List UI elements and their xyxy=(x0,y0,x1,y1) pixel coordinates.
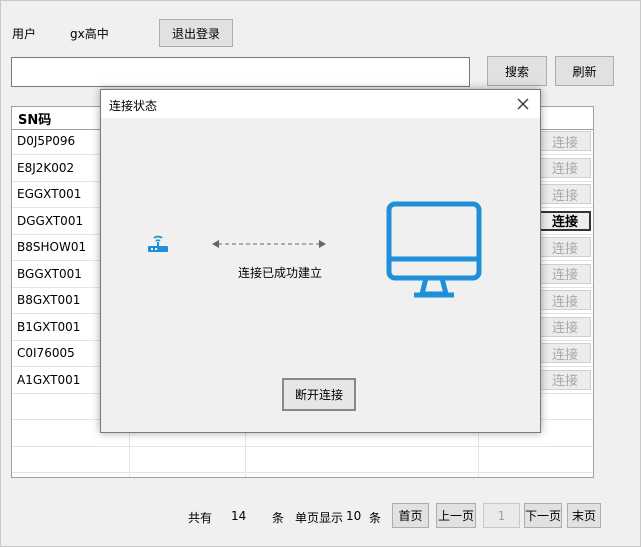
sn-cell: E8J2K002 xyxy=(17,160,75,175)
current-page-field[interactable]: 1 xyxy=(483,503,520,528)
sn-cell: B1GXT001 xyxy=(17,319,81,334)
connection-status-text: 连接已成功建立 xyxy=(238,266,323,280)
connect-button[interactable]: 连接 xyxy=(539,237,591,257)
connect-button[interactable]: 连接 xyxy=(539,184,591,204)
sn-cell: A1GXT001 xyxy=(17,372,81,387)
table-row xyxy=(12,474,593,478)
user-label: 用户 xyxy=(12,27,37,41)
connect-button[interactable]: 连接 xyxy=(539,210,591,231)
sn-cell: DGGXT001 xyxy=(17,213,84,228)
connect-button[interactable]: 连接 xyxy=(539,343,591,363)
sn-cell: B8GXT001 xyxy=(17,293,81,307)
next-page-button[interactable]: 下一页 xyxy=(524,503,562,528)
prev-page-button[interactable]: 上一页 xyxy=(436,503,476,528)
column-header-sn: SN码 xyxy=(18,113,52,128)
sn-cell: C0I76005 xyxy=(17,346,75,360)
last-page-button[interactable]: 末页 xyxy=(567,503,601,528)
dialog-titlebar: 连接状态 xyxy=(101,90,540,118)
search-input[interactable] xyxy=(11,57,470,87)
sn-cell: EGGXT001 xyxy=(17,187,82,201)
monitor-icon xyxy=(386,201,482,302)
user-name: gx高中 xyxy=(70,27,109,41)
connect-button[interactable]: 连接 xyxy=(539,263,591,284)
table-row xyxy=(12,447,593,473)
sn-cell: BGGXT001 xyxy=(17,266,82,281)
search-button[interactable]: 搜索 xyxy=(487,56,547,86)
per-page-prefix: 单页显示 xyxy=(295,511,344,525)
connect-button[interactable]: 连接 xyxy=(539,131,591,151)
close-icon[interactable] xyxy=(512,94,534,114)
connect-button[interactable]: 连接 xyxy=(539,290,591,310)
sn-cell: B8SHOW01 xyxy=(17,240,87,254)
total-count: 14 xyxy=(231,509,247,523)
dialog-title: 连接状态 xyxy=(109,99,158,113)
connect-button[interactable]: 连接 xyxy=(539,157,591,178)
disconnect-button[interactable]: 断开连接 xyxy=(282,378,356,411)
connect-button[interactable]: 连接 xyxy=(539,369,591,390)
refresh-button[interactable]: 刷新 xyxy=(555,56,614,86)
logout-button[interactable]: 退出登录 xyxy=(159,19,233,47)
connection-status-dialog: 连接状态 连接已成功建立 断开连接 xyxy=(100,89,541,433)
first-page-button[interactable]: 首页 xyxy=(392,503,429,528)
router-icon xyxy=(146,231,170,256)
connection-arrow-icon xyxy=(212,238,326,252)
sn-cell: D0J5P096 xyxy=(17,134,76,148)
total-unit: 条 xyxy=(272,511,285,525)
connect-button[interactable]: 连接 xyxy=(539,316,591,337)
per-page-count: 10 xyxy=(346,509,362,523)
per-page-unit: 条 xyxy=(369,511,382,525)
total-prefix: 共有 xyxy=(188,511,213,525)
